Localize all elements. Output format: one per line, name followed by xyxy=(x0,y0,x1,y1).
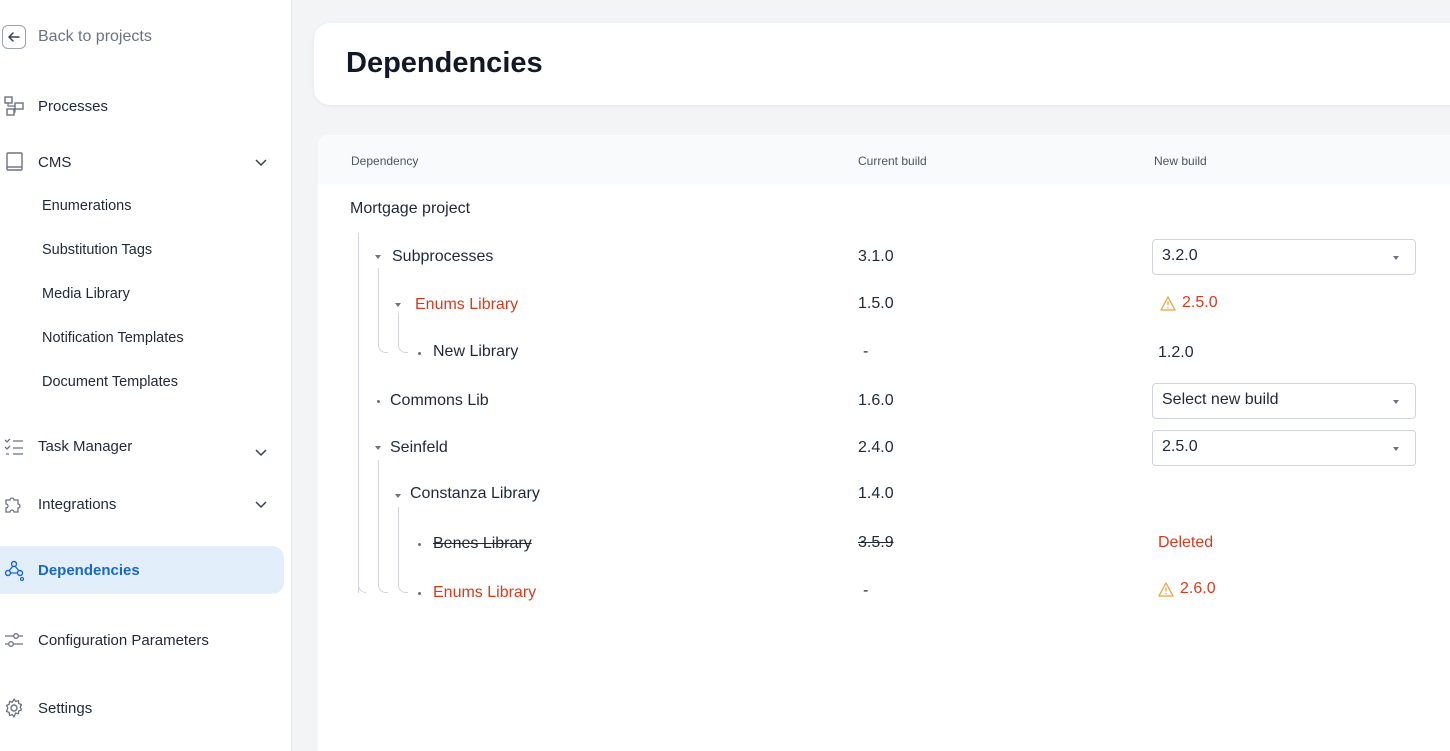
sidebar-item-label: CMS xyxy=(38,153,72,171)
tree-line xyxy=(398,507,408,593)
new-build-select-value: 3.2.0 xyxy=(1162,247,1198,264)
page-header: Dependencies xyxy=(314,23,1450,105)
new-build-version: 2.5.0 xyxy=(1182,294,1218,311)
sidebar-item-integrations[interactable]: Integrations xyxy=(0,489,284,519)
new-build-status: Deleted xyxy=(1158,534,1214,551)
warning-icon xyxy=(1160,295,1176,311)
puzzle-icon xyxy=(2,492,26,516)
new-build-version: 2.6.0 xyxy=(1180,580,1216,597)
expand-caret-icon[interactable] xyxy=(375,446,381,450)
bullet xyxy=(418,352,421,355)
dependency-name: Constanza Library xyxy=(410,485,540,502)
current-build: - xyxy=(863,582,869,599)
sidebar-item-label: Settings xyxy=(38,699,93,717)
sidebar-item-label: Configuration Parameters xyxy=(38,631,209,649)
sidebar-subitem-media-library[interactable]: Media Library xyxy=(42,284,130,304)
chevron-down-icon[interactable] xyxy=(252,443,270,461)
sidebar-item-processes[interactable]: Processes xyxy=(0,91,284,121)
new-build-warning: 2.5.0 xyxy=(1160,294,1218,312)
page-title: Dependencies xyxy=(346,47,543,79)
new-build-warning: 2.6.0 xyxy=(1158,580,1216,598)
dependency-name: New Library xyxy=(433,343,519,360)
current-build: 1.4.0 xyxy=(858,485,894,502)
sidebar-item-label: Integrations xyxy=(38,495,117,513)
dependency-name: Benes Library xyxy=(433,535,532,552)
gear-icon xyxy=(2,696,26,720)
tree-line xyxy=(398,313,408,353)
sliders-icon xyxy=(2,628,26,652)
processes-icon xyxy=(2,94,26,118)
current-build: 1.6.0 xyxy=(858,392,894,409)
dropdown-arrow-icon xyxy=(1393,400,1399,404)
sidebar-item-configuration-parameters[interactable]: Configuration Parameters xyxy=(0,625,284,655)
back-label[interactable]: Back to projects xyxy=(38,28,152,46)
dependency-name: Enums Library xyxy=(415,296,519,313)
dependency-name: Commons Lib xyxy=(390,392,489,409)
sidebar-subitem-substitution-tags[interactable]: Substitution Tags xyxy=(42,240,152,260)
column-header-dependency: Dependency xyxy=(351,154,419,168)
sidebar-item-label: Dependencies xyxy=(38,561,140,579)
sidebar: Back to projects Processes CMS Enumerati… xyxy=(0,0,292,751)
sidebar-subitem-enumerations[interactable]: Enumerations xyxy=(42,196,131,216)
tree-line xyxy=(378,268,388,353)
table-header: Dependency Current build New build xyxy=(318,135,1450,184)
dependencies-icon xyxy=(2,558,26,582)
current-build: - xyxy=(863,343,869,360)
sidebar-item-settings[interactable]: Settings xyxy=(0,693,284,723)
current-build: 3.1.0 xyxy=(858,248,894,265)
new-build-select[interactable]: 2.5.0 xyxy=(1152,430,1416,466)
dependency-name: Enums Library xyxy=(433,584,537,601)
back-to-projects[interactable]: Back to projects xyxy=(0,22,152,52)
new-build-version: 1.2.0 xyxy=(1158,344,1194,361)
expand-caret-icon[interactable] xyxy=(395,303,401,307)
chevron-down-icon[interactable] xyxy=(252,495,270,513)
expand-caret-icon[interactable] xyxy=(395,494,401,498)
new-build-select-value: 2.5.0 xyxy=(1162,438,1198,455)
new-build-select-value: Select new build xyxy=(1162,391,1279,408)
bullet xyxy=(377,400,380,403)
dependency-name: Subprocesses xyxy=(392,248,494,265)
bullet xyxy=(418,592,421,595)
current-build: 1.5.0 xyxy=(858,295,894,312)
tree-line xyxy=(358,583,366,593)
bullet xyxy=(418,543,421,546)
back-arrow-icon[interactable] xyxy=(2,25,26,49)
sidebar-item-label: Processes xyxy=(38,97,109,115)
column-header-new-build: New build xyxy=(1154,154,1207,168)
sidebar-subitem-document-templates[interactable]: Document Templates xyxy=(42,372,178,392)
tree-root: Mortgage project xyxy=(350,200,471,217)
dropdown-arrow-icon xyxy=(1393,256,1399,260)
new-build-select[interactable]: Select new build xyxy=(1152,383,1416,419)
tree-line xyxy=(378,460,388,593)
new-build-select[interactable]: 3.2.0 xyxy=(1152,239,1416,275)
chevron-down-icon[interactable] xyxy=(252,153,270,171)
sidebar-item-cms[interactable]: CMS xyxy=(0,147,284,177)
sidebar-item-task-manager[interactable]: Task Manager xyxy=(0,431,284,461)
dependencies-table: Dependency Current build New build Mortg… xyxy=(318,135,1450,751)
column-header-current-build: Current build xyxy=(858,154,927,168)
current-build: 2.4.0 xyxy=(858,439,894,456)
dropdown-arrow-icon xyxy=(1393,447,1399,451)
sidebar-subitem-notification-templates[interactable]: Notification Templates xyxy=(42,328,184,348)
sidebar-item-label: Task Manager xyxy=(38,437,133,455)
checklist-icon xyxy=(2,434,26,458)
warning-icon xyxy=(1158,581,1174,597)
current-build: 3.5.9 xyxy=(858,534,894,551)
book-icon xyxy=(2,150,26,174)
expand-caret-icon[interactable] xyxy=(375,255,381,259)
sidebar-item-dependencies[interactable]: Dependencies xyxy=(0,546,284,594)
dependency-name: Seinfeld xyxy=(390,439,448,456)
tree-line xyxy=(358,233,359,593)
